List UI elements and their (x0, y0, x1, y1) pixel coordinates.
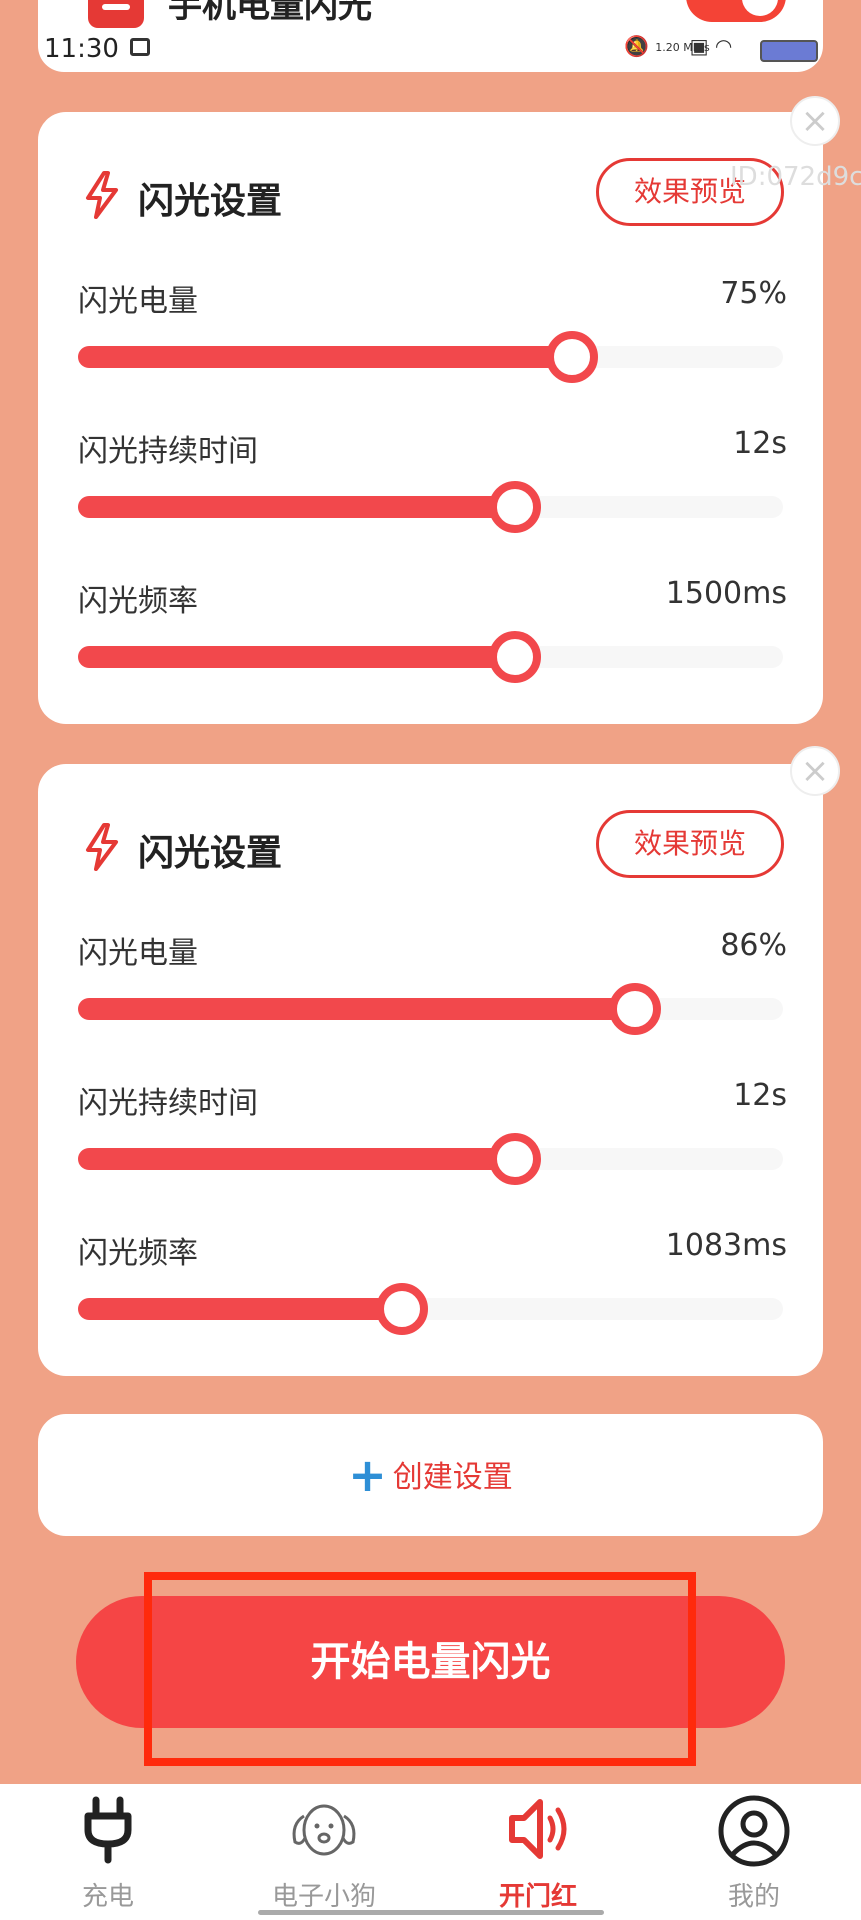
slider-label: 闪光频率 (78, 584, 198, 619)
phone-icon (88, 0, 144, 28)
bottom-nav: 充电 电子小狗 开门红 我的 (0, 1784, 861, 1920)
notification-icon (130, 38, 150, 56)
plus-icon: + (348, 1448, 387, 1502)
slider-thumb[interactable] (489, 1133, 542, 1185)
slider-label: 闪光频率 (78, 1236, 198, 1271)
power-slider[interactable] (78, 331, 783, 383)
nav-label: 充电 (81, 1882, 134, 1912)
home-indicator (258, 1910, 604, 1915)
bolt-icon (86, 823, 118, 871)
card-title: 闪光设置 (138, 833, 283, 874)
battery-icon (760, 40, 818, 62)
preview-button[interactable]: 效果预览 (596, 810, 784, 878)
nav-label: 电子小狗 (271, 1882, 376, 1912)
duration-slider[interactable] (78, 481, 783, 533)
slider-thumb[interactable] (608, 983, 661, 1035)
frequency-slider[interactable] (78, 1283, 783, 1335)
slider-value: 75% (720, 276, 787, 311)
bolt-icon (86, 171, 118, 219)
slider-label: 闪光持续时间 (78, 1086, 258, 1121)
slider-value: 86% (720, 928, 787, 963)
wifi-icon: ◠ (714, 34, 733, 58)
slider-fill (78, 1298, 403, 1320)
card-title: 闪光设置 (138, 181, 283, 222)
power-slider[interactable] (78, 983, 783, 1035)
slider-thumb[interactable] (545, 331, 598, 383)
flash-settings-card: 闪光设置 效果预览 闪光电量 86% 闪光持续时间 12s 闪光频率 1083m… (38, 764, 823, 1376)
speaker-icon (509, 1799, 567, 1859)
frequency-slider[interactable] (78, 631, 783, 683)
watermark: ID:072d9c (730, 162, 861, 192)
slider-label: 闪光电量 (78, 284, 198, 319)
mute-icon: 🔕 (624, 34, 649, 58)
dog-icon (292, 1804, 356, 1856)
nav-item-charge[interactable]: 充电 (28, 1784, 188, 1920)
nav-label: 开门红 (498, 1882, 577, 1912)
close-card-button[interactable]: × (790, 746, 840, 796)
slider-fill (78, 346, 572, 368)
status-icons: 🔕 1.20 MB/s ▣ ◠ (624, 34, 732, 58)
sim-icon: ▣ (689, 34, 709, 58)
create-setting-button[interactable]: + 创建设置 (38, 1414, 823, 1536)
power-flash-title: 手机电量闪光 (168, 0, 372, 26)
highlight-box (144, 1572, 696, 1766)
flash-settings-card: 闪光设置 效果预览 闪光电量 75% 闪光持续时间 12s 闪光频率 1500m… (38, 112, 823, 724)
slider-fill (78, 998, 635, 1020)
duration-slider[interactable] (78, 1133, 783, 1185)
slider-thumb[interactable] (489, 481, 542, 533)
slider-fill (78, 496, 516, 518)
close-card-button[interactable]: × (790, 96, 840, 146)
nav-item-mine[interactable]: 我的 (674, 1784, 834, 1920)
slider-thumb[interactable] (376, 1283, 429, 1335)
slider-thumb[interactable] (489, 631, 542, 683)
slider-label: 闪光电量 (78, 936, 198, 971)
slider-value: 1500ms (665, 576, 787, 611)
nav-item-dog[interactable]: 电子小狗 (244, 1784, 404, 1920)
slider-label: 闪光持续时间 (78, 434, 258, 469)
nav-item-kaimenhong[interactable]: 开门红 (458, 1784, 618, 1920)
user-icon (718, 1795, 790, 1867)
create-setting-label: 创建设置 (392, 1460, 513, 1495)
slider-value: 12s (733, 426, 787, 461)
slider-value: 12s (733, 1078, 787, 1113)
slider-fill (78, 646, 516, 668)
status-time: 11:30 (44, 34, 119, 64)
net-speed: 1.20 MB/s (655, 41, 710, 54)
power-flash-toggle[interactable] (686, 0, 786, 22)
slider-fill (78, 1148, 516, 1170)
slider-value: 1083ms (665, 1228, 787, 1263)
plug-icon (84, 1796, 132, 1864)
nav-label: 我的 (727, 1882, 780, 1912)
